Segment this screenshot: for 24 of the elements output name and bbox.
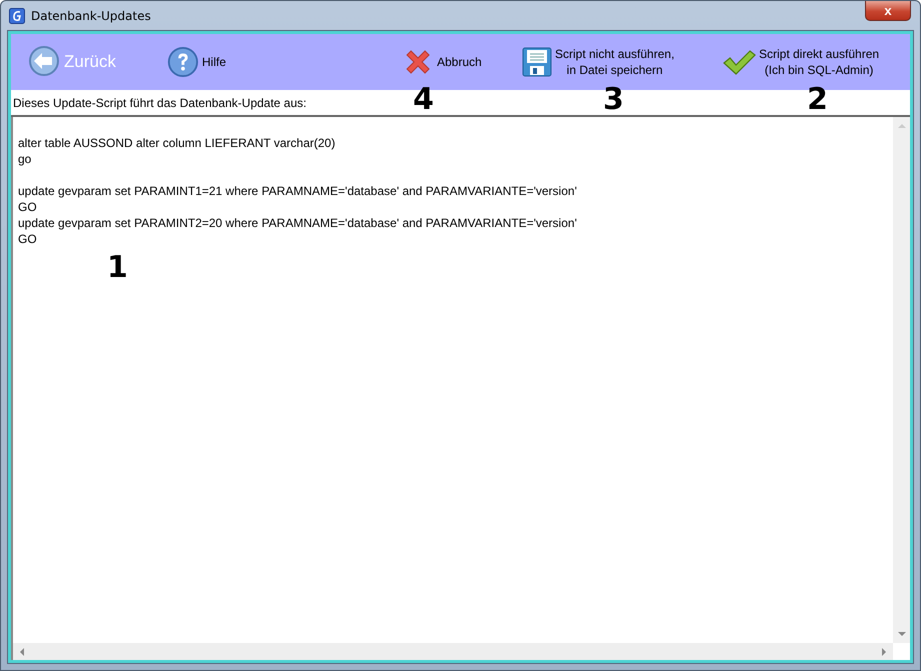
code-line: GO (18, 231, 38, 247)
horizontal-scrollbar[interactable] (13, 643, 893, 660)
toolbar-button[interactable]: Abbruch (402, 46, 522, 78)
code-line: update gevparam set PARAMINT2=20 where PARAMNAME='database' and PARAMVARIANTE='version' (18, 215, 578, 231)
annotation-number: 3 (603, 85, 624, 115)
scroll-left-icon[interactable] (19, 648, 25, 656)
vertical-scrollbar[interactable] (893, 117, 910, 643)
annotation-number: 1 (107, 253, 128, 283)
window-title: Datenbank-Updates (31, 9, 152, 23)
code-line: alter table AUSSOND alter column LIEFERANT varchar(20) (18, 135, 336, 151)
toolbar-button[interactable]: Hilfe (167, 46, 402, 78)
app-icon (9, 8, 25, 24)
code-line: GO (18, 199, 38, 215)
code-line: go (18, 151, 32, 167)
scroll-down-icon[interactable] (898, 631, 906, 637)
annotation-number: 4 (413, 85, 434, 115)
scroll-right-icon[interactable] (881, 648, 887, 656)
toolbar-button[interactable]: Script direkt ausführen (Ich bin SQL-Admin) (722, 46, 880, 78)
code-line: update gevparam set PARAMINT1=21 where PARAMNAME='database' and PARAMVARIANTE='version' (18, 183, 578, 199)
close-button[interactable]: x (865, 1, 911, 21)
annotation-number: 2 (807, 85, 828, 115)
toolbar-button[interactable]: Script nicht ausführen, in Datei speichern (522, 46, 722, 78)
help-icon (167, 46, 199, 78)
scroll-up-icon[interactable] (898, 123, 906, 129)
